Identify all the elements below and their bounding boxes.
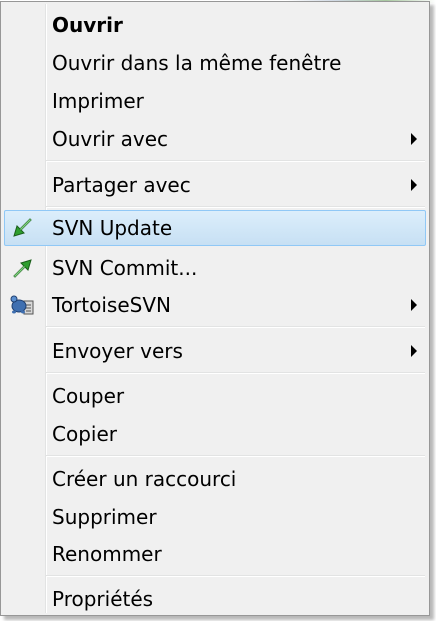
menu-item-svn-update[interactable]: SVN Update <box>4 210 426 246</box>
menu-item-svn-commit[interactable]: SVN Commit... <box>4 250 426 286</box>
menu-item-label: Supprimer <box>52 505 157 529</box>
menu-item-label: Ouvrir avec <box>52 127 169 151</box>
menu-item-imprimer[interactable]: Imprimer <box>4 83 426 119</box>
menu-item-ouvrir-meme-fenetre[interactable]: Ouvrir dans la même fenêtre <box>4 45 426 81</box>
svn-update-arrow-icon <box>13 218 32 237</box>
menu-item-creer-raccourci[interactable]: Créer un raccourci <box>4 461 426 497</box>
menu-item-label: Copier <box>52 422 117 446</box>
menu-item-label: Créer un raccourci <box>52 467 237 491</box>
menu-item-copier[interactable]: Copier <box>4 416 426 452</box>
menu-separator <box>46 326 425 328</box>
menu-item-partager-avec[interactable]: Partager avec <box>4 167 426 203</box>
tortoisesvn-turtle-icon <box>10 295 34 315</box>
chevron-right-icon <box>411 299 417 311</box>
menu-item-label: Imprimer <box>52 89 144 113</box>
menu-item-proprietes[interactable]: Propriétés <box>4 581 426 617</box>
menu-item-label: Couper <box>52 384 125 408</box>
svn-commit-arrow-icon <box>13 259 32 278</box>
menu-separator <box>46 160 425 162</box>
menu-item-label: Renommer <box>52 542 162 566</box>
menu-item-label: SVN Update <box>52 216 173 240</box>
chevron-right-icon <box>411 179 417 191</box>
menu-item-label: Ouvrir <box>52 13 123 37</box>
menu-item-label: Partager avec <box>52 173 191 197</box>
menu-separator <box>46 206 425 208</box>
menu-item-label: SVN Commit... <box>52 256 198 280</box>
menu-item-label: TortoiseSVN <box>52 293 171 317</box>
menu-item-label: Envoyer vers <box>52 339 183 363</box>
menu-item-renommer[interactable]: Renommer <box>4 536 426 572</box>
context-menu: Ouvrir Ouvrir dans la même fenêtre Impri… <box>0 1 430 616</box>
chevron-right-icon <box>411 133 417 145</box>
menu-separator <box>46 575 425 577</box>
menu-item-tortoisesvn[interactable]: TortoiseSVN <box>4 287 426 323</box>
menu-item-label: Propriétés <box>52 587 154 611</box>
menu-item-label: Ouvrir dans la même fenêtre <box>52 51 342 75</box>
menu-separator <box>46 455 425 457</box>
menu-item-ouvrir-avec[interactable]: Ouvrir avec <box>4 121 426 157</box>
menu-item-supprimer[interactable]: Supprimer <box>4 499 426 535</box>
menu-item-ouvrir[interactable]: Ouvrir <box>4 7 426 43</box>
chevron-right-icon <box>411 345 417 357</box>
menu-separator <box>46 372 425 374</box>
menu-item-couper[interactable]: Couper <box>4 378 426 414</box>
menu-item-envoyer-vers[interactable]: Envoyer vers <box>4 333 426 369</box>
